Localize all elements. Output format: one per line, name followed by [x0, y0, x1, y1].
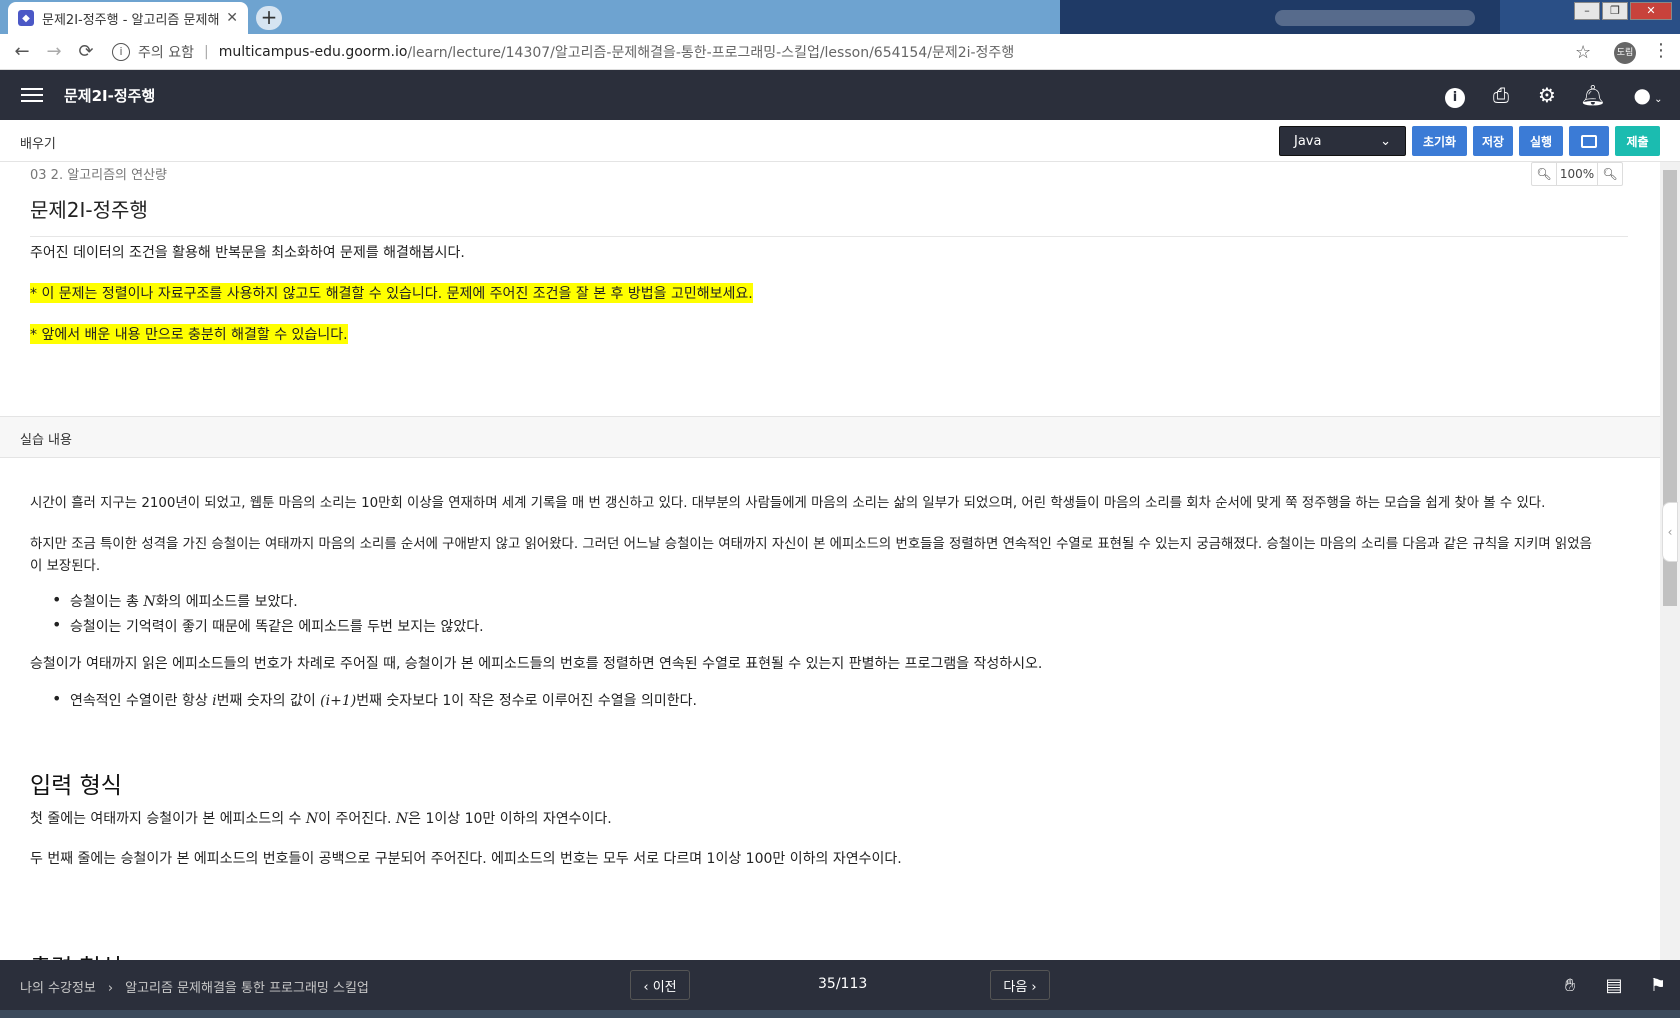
reload-icon[interactable]: ⟳: [70, 41, 102, 62]
next-button[interactable]: 다음 ›: [990, 970, 1050, 1000]
var-n: N: [143, 594, 156, 610]
chapter-breadcrumb: 03 2. 알고리즘의 연산량: [30, 168, 168, 183]
rule-text: 화의 에피소드를 보았다.: [155, 594, 298, 610]
problem-title: 문제2I-정주행: [30, 198, 148, 222]
site-info-icon[interactable]: i: [112, 42, 130, 61]
highlight-note-1: * 이 문제는 정렬이나 자료구조를 사용하지 않고도 해결할 수 있습니다. …: [30, 283, 753, 303]
profile-avatar[interactable]: 도림: [1614, 42, 1636, 64]
practice-section-header: 실습 내용: [0, 416, 1660, 458]
raise-hand-icon[interactable]: ✋︎: [1548, 975, 1592, 996]
new-tab-button[interactable]: +: [256, 6, 282, 30]
maximize-icon[interactable]: ❐: [1602, 2, 1628, 20]
zoom-out-icon[interactable]: 🔍︎: [1532, 163, 1556, 185]
os-taskbar: [0, 1010, 1680, 1018]
terminal-button[interactable]: [1569, 126, 1609, 156]
url-field[interactable]: i 주의 요함 | multicampus-edu.goorm.io/learn…: [112, 38, 1572, 66]
task-paragraph: 승철이가 여태까지 읽은 에피소드들의 번호가 차례로 주어질 때, 승철이가 …: [30, 656, 1043, 672]
lesson-toolbar: 배우기 Java ⌄ 초기화 저장 실행 제출: [0, 120, 1680, 162]
blurred-banner: [1275, 10, 1475, 26]
submit-button[interactable]: 제출: [1615, 126, 1660, 156]
page-counter: 35/113: [818, 976, 868, 992]
var-n: N: [395, 811, 409, 827]
zoom-control: 🔍︎ 100% 🔍︎: [1531, 162, 1623, 186]
header-icons: i ⎙ ⚙ 🔔︎ ● ⌄: [1432, 70, 1680, 120]
my-course-link[interactable]: 나의 수강정보: [20, 981, 96, 996]
info-icon[interactable]: i: [1432, 82, 1478, 108]
hamburger-menu-icon[interactable]: [21, 84, 43, 106]
divider: [30, 236, 1628, 237]
footer-breadcrumb: 나의 수강정보 › 알고리즘 문제해결을 통한 프로그래밍 스킬업: [20, 977, 369, 996]
url-path: /learn/lecture/14307/알고리즘-문제해결을-통한-프로그래밍…: [407, 44, 1015, 61]
input-text: 첫 줄에는 여태까지 승철이가 본 에피소드의 수: [30, 811, 306, 827]
bell-icon[interactable]: 🔔︎: [1570, 83, 1616, 107]
story-paragraph-2-cont: 이 보장된다.: [30, 559, 101, 574]
input-line-1: 첫 줄에는 여태까지 승철이가 본 에피소드의 수 N이 주어진다. N은 1이…: [30, 808, 612, 828]
window-controls: – ❐ ✕: [1574, 2, 1672, 20]
user-icon[interactable]: ● ⌄: [1616, 83, 1680, 107]
definition-text: 번째 숫자보다 1이 작은 정수로 이루어진 수열을 의미한다.: [356, 693, 697, 709]
prev-button[interactable]: ‹ 이전: [630, 970, 690, 1000]
browser-menu-icon[interactable]: ⋮: [1652, 40, 1670, 61]
address-bar: ← → ⟳ i 주의 요함 | multicampus-edu.goorm.io…: [0, 34, 1680, 70]
minimize-icon[interactable]: –: [1574, 2, 1600, 20]
definition-item: 연속적인 수열이란 항상 i번째 숫자의 값이 (i+1)번째 숫자보다 1이 …: [52, 689, 697, 710]
footer-icons: ✋︎ ▤ ⚑: [1548, 960, 1680, 1010]
browser-tab[interactable]: ◆ 문제2I-정주행 - 알고리즘 문제해 ✕: [8, 2, 248, 34]
chat-icon[interactable]: ▤: [1592, 975, 1636, 996]
lesson-content: 03 2. 알고리즘의 연산량 🔍︎ 100% 🔍︎ 문제2I-정주행 주어진 …: [0, 162, 1660, 960]
input-line-2: 두 번째 줄에는 승철이가 본 에피소드의 번호들이 공백으로 구분되어 주어진…: [30, 851, 902, 867]
qa-icon[interactable]: ⚑: [1636, 975, 1680, 996]
var-n: N: [305, 811, 319, 827]
url-separator: |: [203, 43, 209, 60]
rule-item: 승철이는 기억력이 좋기 때문에 똑같은 에피소드를 두번 보지는 않았다.: [52, 615, 484, 636]
browser-tabstrip: ◆ 문제2I-정주행 - 알고리즘 문제해 ✕ + – ❐ ✕: [0, 0, 1680, 34]
print-icon[interactable]: ⎙: [1478, 83, 1524, 107]
rule-item: 승철이는 총 N화의 에피소드를 보았다.: [52, 590, 298, 611]
lesson-title: 문제2I-정주행: [64, 86, 156, 105]
story-paragraph-2: 하지만 조금 특이한 성격을 가진 승철이는 여태까지 마음의 소리를 순서에 …: [30, 537, 1592, 552]
forward-icon[interactable]: →: [38, 41, 70, 62]
input-text: 이 주어진다.: [318, 811, 396, 827]
app-header: 문제2I-정주행 i ⎙ ⚙ 🔔︎ ● ⌄: [0, 70, 1680, 120]
breadcrumb-arrow: ›: [107, 981, 114, 996]
run-button[interactable]: 실행: [1519, 126, 1563, 156]
var-i-plus-1: (i+1): [320, 693, 357, 709]
highlight-note-2: * 앞에서 배운 내용 만으로 충분히 해결할 수 있습니다.: [30, 324, 348, 344]
definition-text: 연속적인 수열이란 항상: [70, 693, 213, 709]
reset-button[interactable]: 초기화: [1412, 126, 1467, 156]
window-close-icon[interactable]: ✕: [1630, 2, 1672, 20]
input-text: 은 1이상 10만 이하의 자연수이다.: [408, 811, 612, 827]
learn-label: 배우기: [20, 137, 56, 152]
lesson-footer: 나의 수강정보 › 알고리즘 문제해결을 통한 프로그래밍 스킬업 ‹ 이전 35/…: [0, 960, 1680, 1010]
security-label: 주의 요함: [138, 44, 194, 61]
rule-text: 승철이는 총: [70, 594, 144, 610]
goorm-favicon-icon: ◆: [18, 10, 34, 26]
section-label: 실습 내용: [20, 433, 72, 448]
url-host: multicampus-edu.goorm.io: [218, 43, 408, 60]
output-format-heading: 출력 형식: [30, 948, 122, 960]
gear-icon[interactable]: ⚙: [1524, 83, 1570, 107]
language-value: Java: [1294, 133, 1322, 149]
panel-toggle-icon[interactable]: ‹: [1662, 502, 1678, 562]
course-link[interactable]: 알고리즘 문제해결을 통한 프로그래밍 스킬업: [125, 981, 369, 996]
intro-text: 주어진 데이터의 조건을 활용해 반복문을 최소화하여 문제를 해결해봅시다.: [30, 245, 465, 261]
zoom-value: 100%: [1556, 163, 1598, 185]
bookmark-star-icon[interactable]: ☆: [1575, 42, 1591, 63]
input-format-heading: 입력 형식: [30, 773, 122, 799]
back-icon[interactable]: ←: [6, 41, 38, 62]
chevron-down-icon: ⌄: [1380, 133, 1391, 149]
tab-close-icon[interactable]: ✕: [226, 10, 238, 26]
save-button[interactable]: 저장: [1473, 126, 1513, 156]
definition-text: 번째 숫자의 값이: [216, 693, 321, 709]
language-select[interactable]: Java ⌄: [1279, 126, 1406, 156]
tab-title: 문제2I-정주행 - 알고리즘 문제해: [42, 12, 220, 28]
terminal-icon: [1581, 134, 1597, 148]
zoom-in-icon[interactable]: 🔍︎: [1598, 163, 1622, 185]
story-paragraph-1: 시간이 흘러 지구는 2100년이 되었고, 웹툰 마음의 소리는 10만회 이…: [30, 496, 1546, 511]
content-scrollbar[interactable]: ‹: [1660, 162, 1680, 960]
